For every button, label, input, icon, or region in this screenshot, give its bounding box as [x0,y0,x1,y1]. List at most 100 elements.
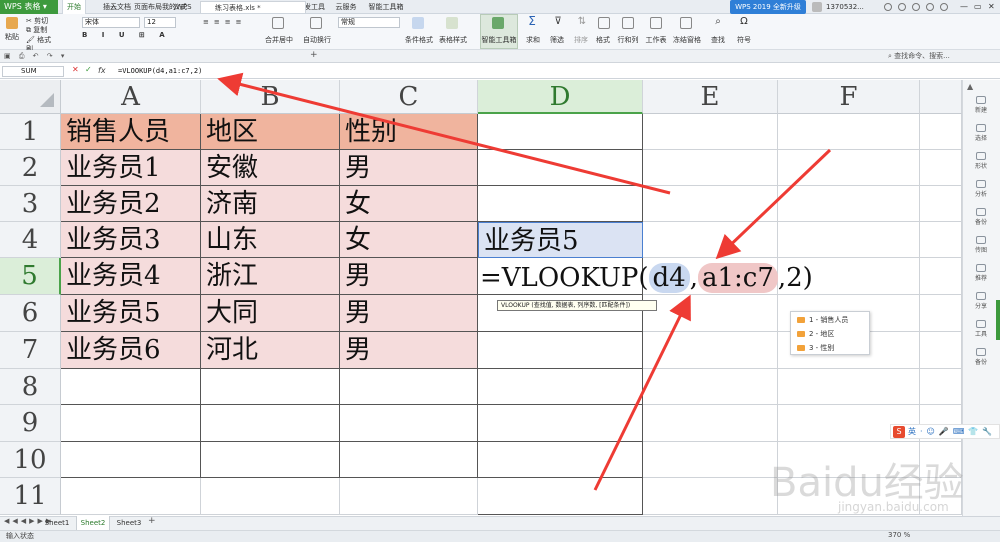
ime-tool-icons[interactable]: 英·☺🎤⌨👕🔧 [908,426,996,437]
merge-icon[interactable] [272,17,284,29]
cell-g4[interactable] [920,222,962,258]
cell-e4[interactable] [643,222,778,258]
restore-icon[interactable]: ▭ [974,0,982,14]
cond-format-icon[interactable] [412,17,424,29]
upgrade-button[interactable]: WPS 2019 全新升级 [730,0,806,14]
name-box[interactable]: SUM [2,66,64,77]
cell-c2[interactable]: 男 [340,150,478,186]
find-button[interactable]: 查找 [706,36,730,45]
sum-button[interactable]: 求和 [522,36,544,45]
cell-a3[interactable]: 业务员2 [61,186,201,222]
cell-c4[interactable]: 女 [340,222,478,258]
formula-editing-cell[interactable]: =VLOOKUP(d4, a1:c7,2) [480,260,813,296]
sheet-tab-sheet3[interactable]: Sheet3 [112,516,146,530]
tab-practice-workbook[interactable]: 练习表格.xls * [200,1,306,13]
column-header-f[interactable]: F [778,80,920,114]
minimize-icon[interactable]: — [960,0,968,14]
side-panel-item-3[interactable]: 分析 [966,180,996,200]
formula-input[interactable]: =VLOOKUP(d4,a1:c7,2) [118,66,202,76]
format-icon[interactable] [598,17,610,29]
sort-icon[interactable]: ⇅ [576,17,588,27]
cell-g6[interactable] [920,295,962,332]
help-icon[interactable] [926,3,934,11]
column-header-e[interactable]: E [643,80,778,114]
side-panel-item-0[interactable]: 新建 [966,96,996,116]
cell-e11[interactable] [643,478,778,515]
cell-a10[interactable] [61,442,201,478]
cell-g1[interactable] [920,114,962,150]
skin-icon[interactable] [940,3,948,11]
cell-d4[interactable]: 业务员5 [478,222,643,258]
sheet-tab-sheet2[interactable]: Sheet2 [76,516,110,530]
worksheet-icon[interactable] [650,17,662,29]
row-header-9[interactable]: 9 [0,405,61,442]
side-panel-item-7[interactable]: 分享 [966,292,996,312]
app-menu-button[interactable]: WPS 表格 ▾ [0,0,58,14]
find-icon[interactable]: ⌕ [712,17,724,27]
cell-d7[interactable] [478,332,643,369]
cell-g3[interactable] [920,186,962,222]
add-sheet-button[interactable]: + [148,516,156,526]
zoom-level[interactable]: 370 % [888,531,910,539]
row-col-button[interactable]: 行和列 [614,36,642,45]
cell-g7[interactable] [920,332,962,369]
menu-tab-0[interactable]: 开始 [62,0,86,14]
number-format-select[interactable]: 常规 [338,17,400,28]
cell-e1[interactable] [643,114,778,150]
cell-c6[interactable]: 男 [340,295,478,332]
cell-b2[interactable]: 安徽 [201,150,340,186]
cell-c9[interactable] [340,405,478,442]
cell-c10[interactable] [340,442,478,478]
row-header-11[interactable]: 11 [0,478,61,515]
cell-b8[interactable] [201,369,340,405]
cell-d1[interactable] [478,114,643,150]
cond-format-button[interactable]: 条件格式 [403,36,435,45]
sum-icon[interactable]: Σ [526,15,538,27]
paste-button[interactable]: 粘贴 [2,33,22,42]
cell-b1[interactable]: 地区 [201,114,340,150]
autocomplete-item[interactable]: 2 - 地区 [797,328,834,340]
cell-a8[interactable] [61,369,201,405]
filter-button[interactable]: 筛选 [546,36,568,45]
quick-access-toolbar[interactable]: ▣ ⎙ ↶ ↷ ▾ [4,52,67,61]
side-panel-item-2[interactable]: 形状 [966,152,996,172]
filter-icon[interactable]: ⊽ [552,17,564,27]
symbol-icon[interactable]: Ω [738,17,750,27]
row-header-6[interactable]: 6 [0,295,61,332]
cell-a11[interactable] [61,478,201,515]
column-header-d[interactable]: D [478,80,643,114]
cell-f4[interactable] [778,222,920,258]
font-style-buttons[interactable]: B I U ⊞ A [82,31,182,40]
command-search[interactable]: ⌕ 查找命令、搜索... [888,51,998,62]
column-header-g[interactable] [920,80,962,114]
cell-d10[interactable] [478,442,643,478]
sheet-tab-sheet1[interactable]: Sheet1 [40,516,74,530]
side-panel-item-5[interactable]: 传图 [966,236,996,256]
cell-c3[interactable]: 女 [340,186,478,222]
tab-cloud-docs[interactable]: 云文档 [96,1,146,13]
wrap-icon[interactable] [310,17,322,29]
fx-icon[interactable]: fx [98,66,106,75]
cell-d8[interactable] [478,369,643,405]
settings-icon[interactable] [912,3,920,11]
cell-e10[interactable] [643,442,778,478]
cell-b11[interactable] [201,478,340,515]
cell-e7[interactable] [643,332,778,369]
cell-a7[interactable]: 业务员6 [61,332,201,369]
row-header-10[interactable]: 10 [0,442,61,478]
cell-c11[interactable] [340,478,478,515]
row-header-1[interactable]: 1 [0,114,61,150]
cell-e9[interactable] [643,405,778,442]
side-panel-item-9[interactable]: 备份 [966,348,996,368]
cell-f3[interactable] [778,186,920,222]
sync-icon[interactable] [898,3,906,11]
sort-button[interactable]: 排序 [570,36,592,45]
cut-button[interactable]: ✂ 剪切 [26,17,56,26]
cell-g8[interactable] [920,369,962,405]
cell-c5[interactable]: 男 [340,258,478,295]
cell-a9[interactable] [61,405,201,442]
cell-e8[interactable] [643,369,778,405]
cell-b7[interactable]: 河北 [201,332,340,369]
table-style-icon[interactable] [446,17,458,29]
cell-a1[interactable]: 销售人员 [61,114,201,150]
